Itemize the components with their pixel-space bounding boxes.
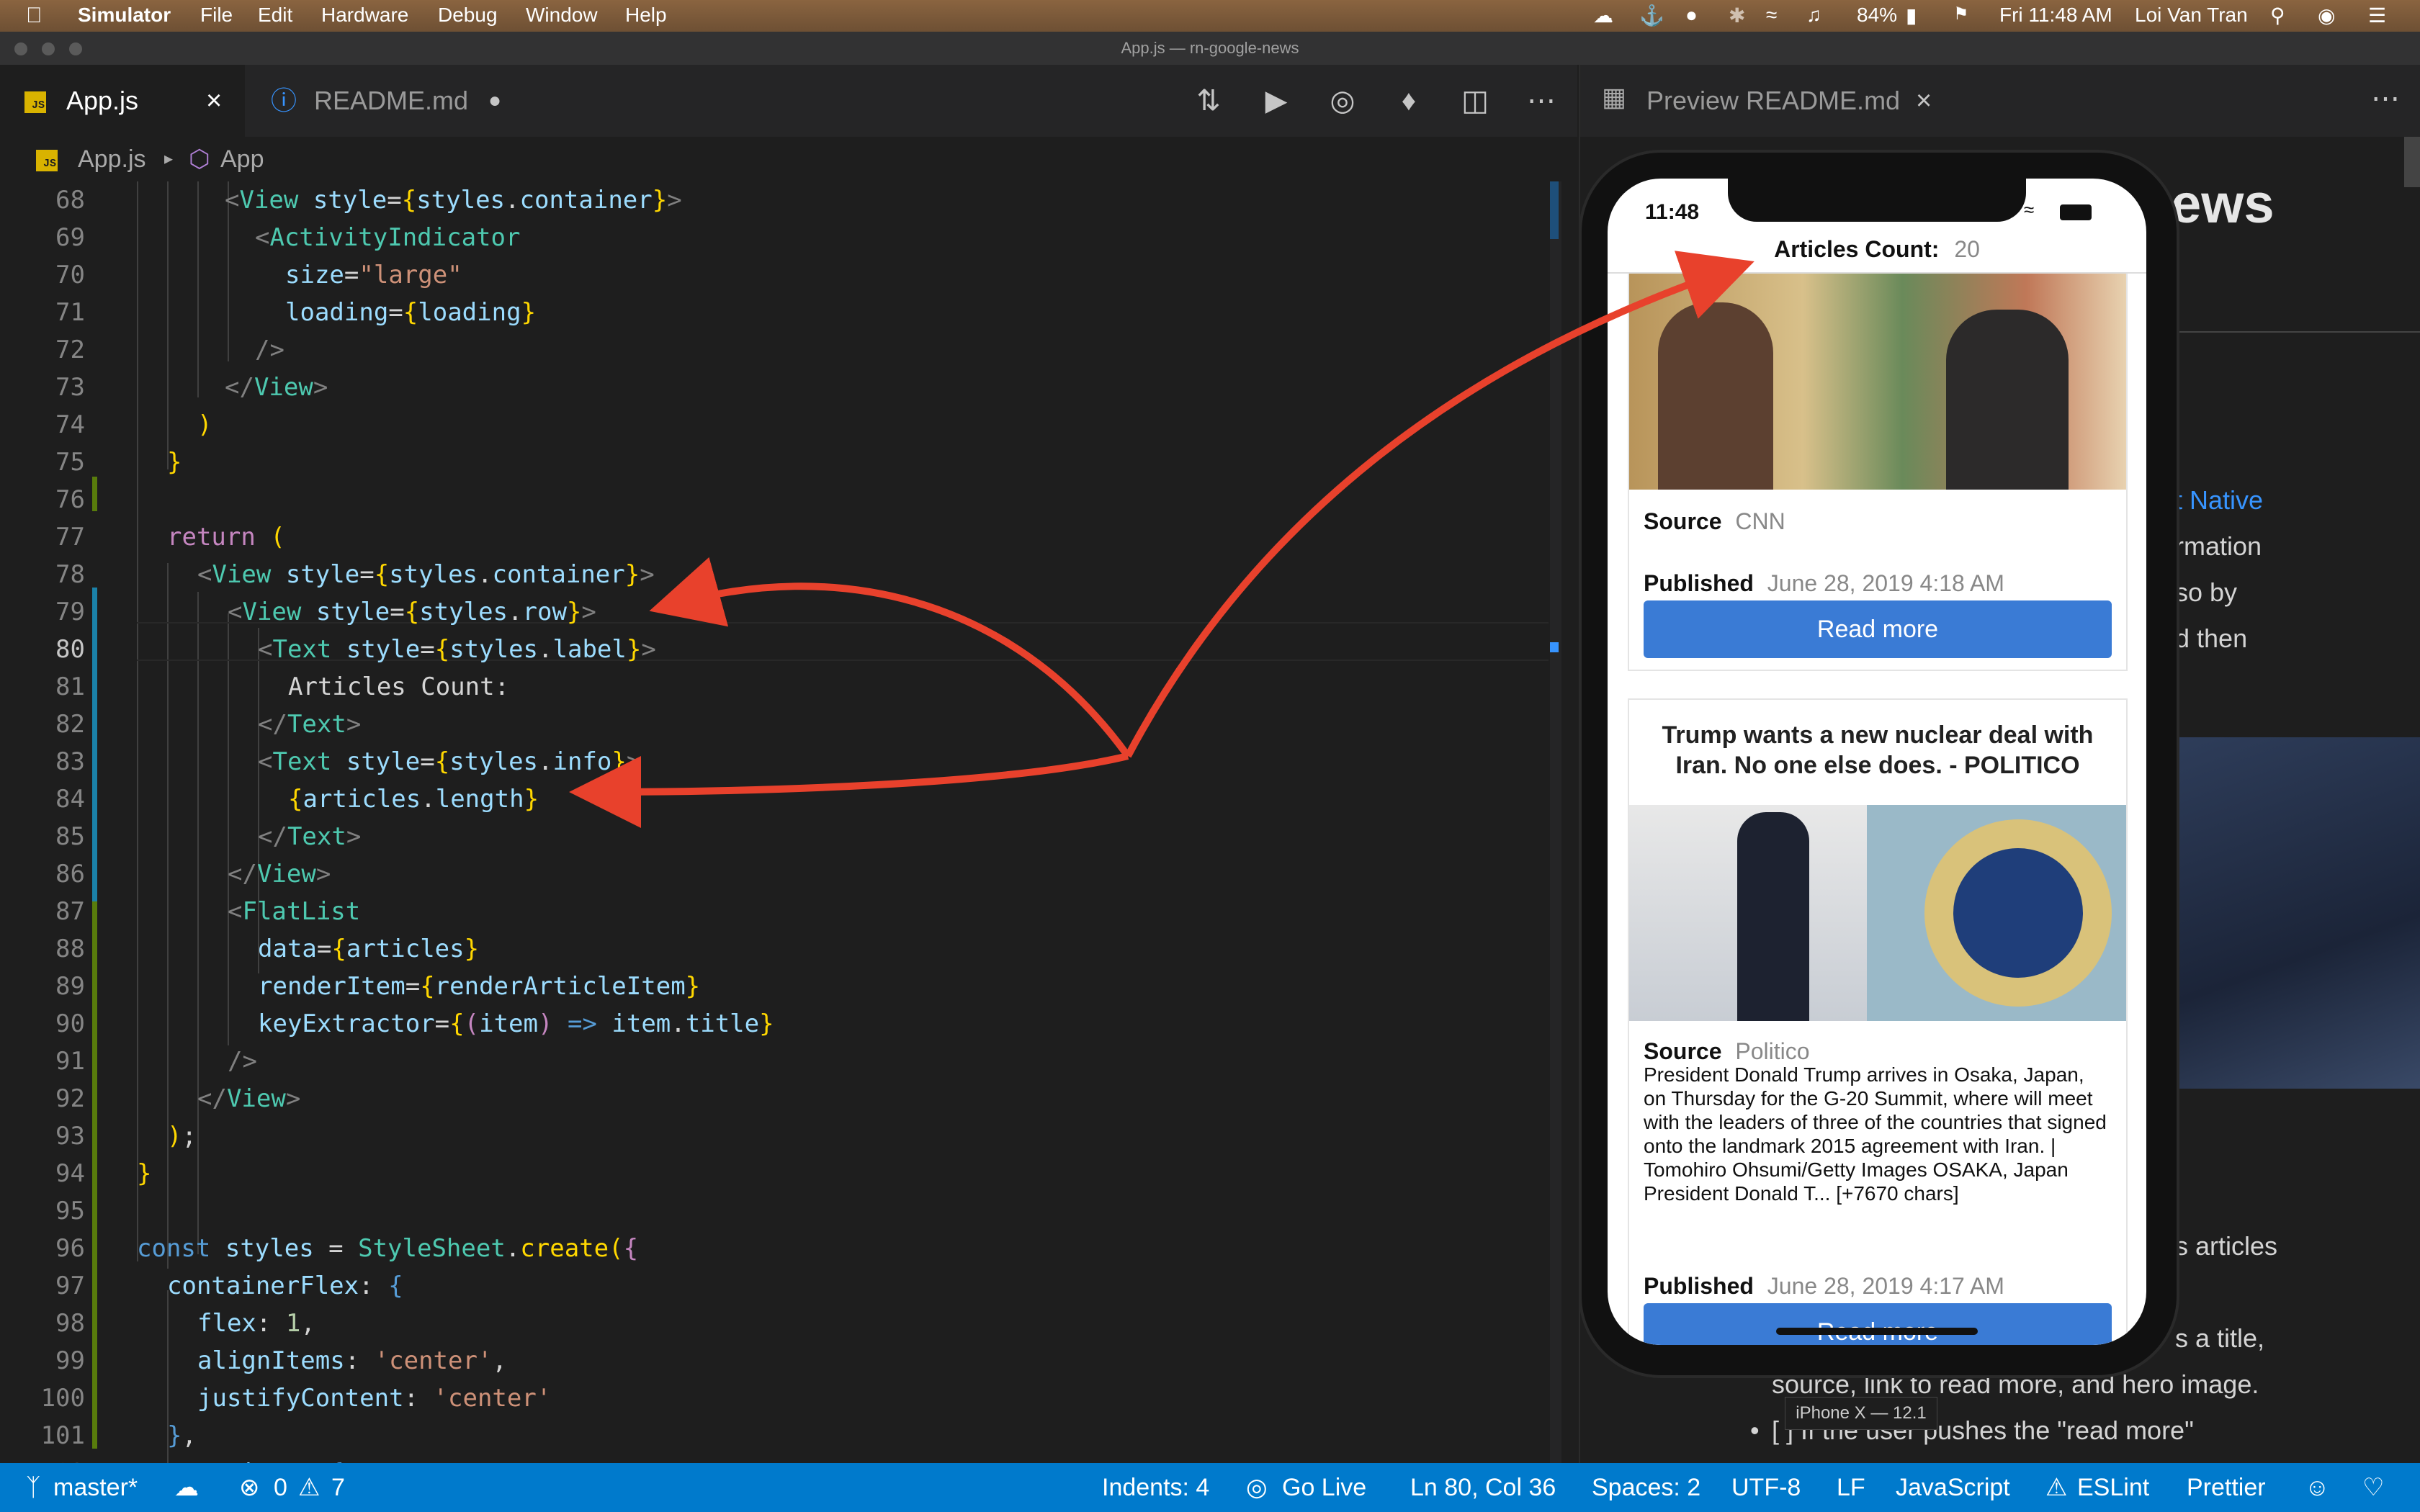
broadcast-icon[interactable]: ◎ — [1246, 1463, 1268, 1512]
spaces-setting[interactable]: Spaces: 2 — [1592, 1463, 1700, 1512]
warning-icon[interactable]: ⚠ — [298, 1463, 320, 1512]
eslint-warning-icon[interactable]: ⚠ — [2045, 1463, 2067, 1512]
arrow-to-row-view — [649, 557, 1131, 758]
git-branch-icon: ᛉ — [26, 1474, 41, 1501]
notifications-bell-icon[interactable]: ♡ — [2362, 1463, 2384, 1512]
feedback-smiley-icon[interactable]: ☺ — [2305, 1463, 2330, 1512]
arrow-to-articles-length — [569, 752, 1129, 828]
eslint-status[interactable]: ESLint — [2077, 1463, 2149, 1512]
warning-count[interactable]: 7 — [331, 1463, 345, 1512]
error-icon[interactable]: ⊗ — [239, 1463, 260, 1512]
language-mode[interactable]: JavaScript — [1896, 1463, 2010, 1512]
sync-icon[interactable]: ☁ — [174, 1463, 199, 1512]
prettier-status[interactable]: Prettier — [2187, 1463, 2266, 1512]
arrow-to-articles-count — [1124, 251, 1754, 758]
error-count[interactable]: 0 — [274, 1463, 287, 1512]
encoding-setting[interactable]: UTF-8 — [1731, 1463, 1801, 1512]
indents-setting[interactable]: Indents: 4 — [1102, 1463, 1209, 1512]
git-branch[interactable]: master* — [53, 1463, 138, 1512]
status-bar: ᛉ master* ☁ ⊗ 0 ⚠ 7 Indents: 4 ◎ Go Live… — [0, 1463, 2420, 1512]
eol-setting[interactable]: LF — [1837, 1463, 1865, 1512]
go-live-button[interactable]: Go Live — [1282, 1463, 1366, 1512]
annotation-arrows — [569, 251, 1754, 828]
cursor-position[interactable]: Ln 80, Col 36 — [1410, 1463, 1556, 1512]
